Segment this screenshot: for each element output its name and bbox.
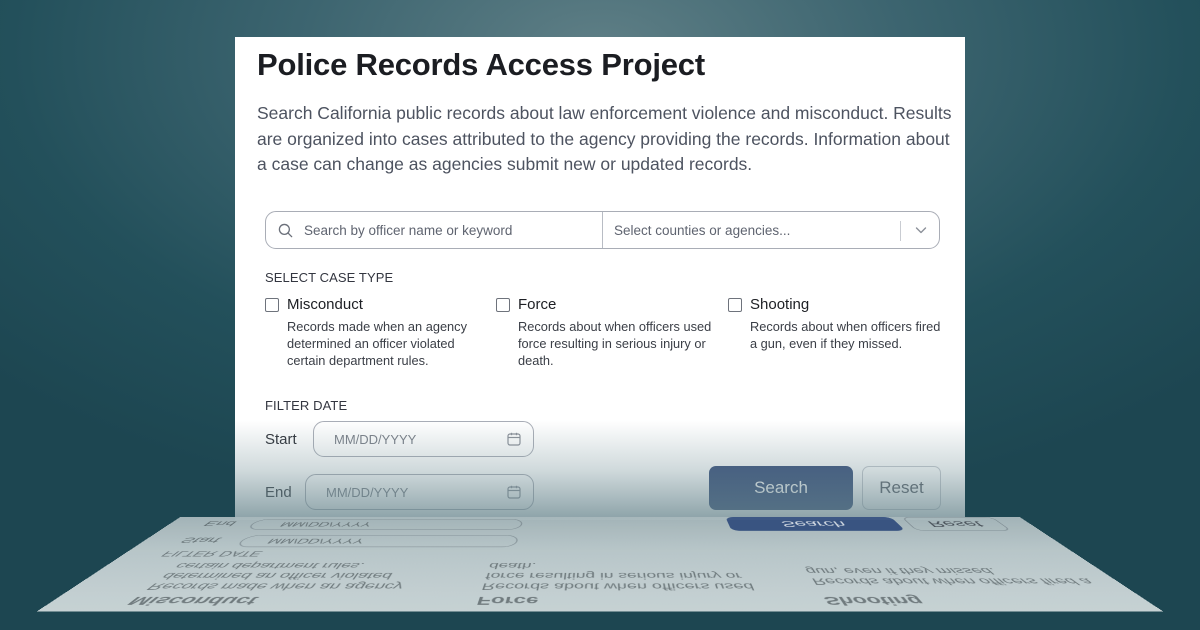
- calendar-icon[interactable]: [507, 432, 521, 446]
- floor-reflection: Search Reset End MM/DD/YYYY Start MM/DD/…: [0, 517, 1200, 630]
- chevron-down-icon[interactable]: [915, 225, 927, 235]
- case-option-name: Force: [518, 296, 557, 313]
- reflected-force-desc: Records about when officers used force r…: [480, 561, 756, 592]
- misconduct-checkbox[interactable]: [265, 298, 279, 312]
- start-date-placeholder: MM/DD/YYYY: [334, 431, 417, 447]
- reflected-misconduct-desc: Records made when an agency determined a…: [143, 561, 406, 592]
- end-date-placeholder: MM/DD/YYYY: [326, 484, 409, 500]
- end-date-label: End: [265, 484, 292, 501]
- filter-date-label: FILTER DATE: [265, 398, 348, 413]
- reflected-start-label: Start: [175, 536, 225, 545]
- reflected-force-name: Force: [474, 593, 540, 608]
- case-option-description: Records about when officers fired a gun,…: [750, 319, 941, 351]
- keyword-search-placeholder: Search by officer name or keyword: [304, 222, 513, 238]
- case-type-label: SELECT CASE TYPE: [265, 270, 394, 285]
- intro-text: Search California public records about l…: [257, 103, 952, 174]
- reflected-filter-label: FILTER DATE: [157, 549, 266, 558]
- page-title: Police Records Access Project: [257, 47, 705, 82]
- calendar-icon[interactable]: [507, 485, 521, 499]
- case-option-name: Misconduct: [287, 296, 363, 313]
- reflected-end-label: End: [199, 519, 240, 528]
- search-button[interactable]: Search: [709, 466, 853, 510]
- select-divider: [899, 221, 901, 241]
- agency-select[interactable]: Select counties or agencies...: [603, 212, 939, 248]
- page-background: Police Records Access Project Search Cal…: [0, 0, 1200, 630]
- reflected-reset-button: Reset: [901, 517, 1012, 531]
- search-bar: Search by officer name or keyword Select…: [265, 211, 940, 249]
- case-option-name: Shooting: [750, 296, 810, 313]
- reflected-start-placeholder: MM/DD/YYYY: [264, 537, 367, 545]
- agency-select-placeholder: Select counties or agencies...: [614, 222, 791, 238]
- reflected-end-placeholder: MM/DD/YYYY: [277, 520, 374, 528]
- reset-button[interactable]: Reset: [862, 466, 941, 510]
- reflected-search-button: Search: [725, 517, 906, 531]
- start-date-label: Start: [265, 431, 297, 448]
- keyword-search-input[interactable]: Search by officer name or keyword: [266, 212, 603, 248]
- reflected-misconduct-name: Misconduct: [122, 593, 263, 608]
- reflected-shooting-desc: Records about when officers fired a gun,…: [803, 566, 1099, 587]
- reflection-surface: Search Reset End MM/DD/YYYY Start MM/DD/…: [36, 517, 1164, 612]
- search-panel: Police Records Access Project Search Cal…: [235, 37, 965, 517]
- start-date-input[interactable]: MM/DD/YYYY: [313, 421, 534, 457]
- force-checkbox[interactable]: [496, 298, 510, 312]
- shooting-checkbox[interactable]: [728, 298, 742, 312]
- search-icon: [278, 223, 293, 237]
- case-option-description: Records made when an agency determined a…: [287, 319, 467, 368]
- end-date-input[interactable]: MM/DD/YYYY: [305, 474, 534, 510]
- reflected-shooting-name: Shooting: [820, 593, 928, 608]
- case-option-description: Records about when officers used force r…: [518, 319, 712, 368]
